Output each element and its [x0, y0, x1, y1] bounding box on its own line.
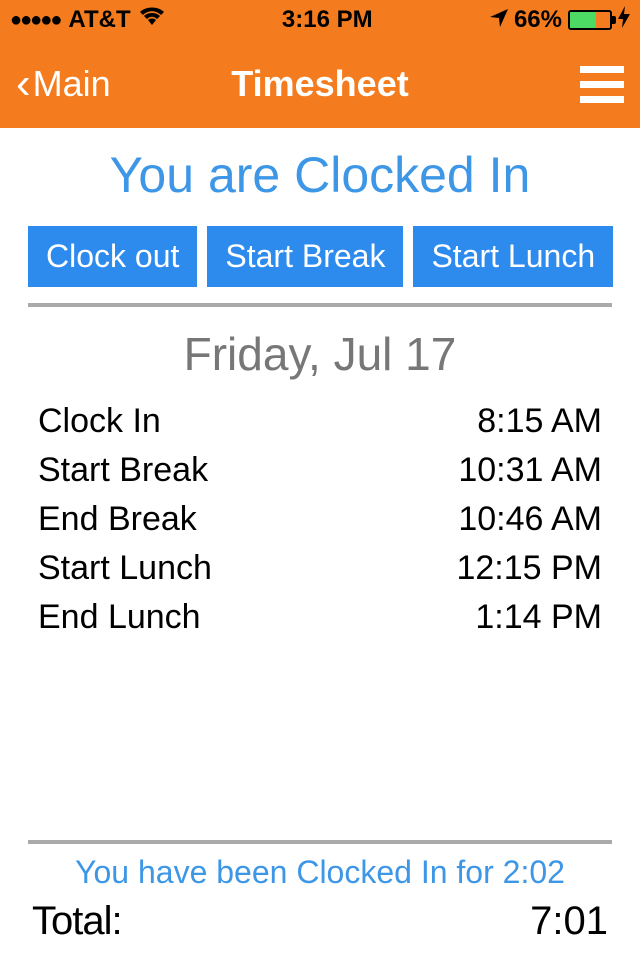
date-heading: Friday, Jul 17 — [28, 327, 612, 381]
clock-out-button[interactable]: Clock out — [28, 226, 197, 287]
event-row: Clock In 8:15 AM — [38, 397, 602, 446]
content: You are Clocked In Clock out Start Break… — [0, 128, 640, 960]
carrier-label: AT&T — [68, 6, 130, 34]
footer: You have been Clocked In for 2:02 Total:… — [28, 854, 612, 960]
chevron-left-icon: ‹ — [16, 62, 31, 106]
event-label: End Lunch — [38, 598, 201, 637]
back-button[interactable]: ‹ Main — [16, 62, 111, 106]
wifi-icon — [139, 6, 165, 34]
hamburger-icon — [580, 66, 624, 73]
event-row: Start Lunch 12:15 PM — [38, 544, 602, 593]
status-right: 66% — [490, 6, 630, 35]
total-value: 7:01 — [530, 899, 608, 944]
back-label: Main — [33, 63, 111, 105]
start-break-button[interactable]: Start Break — [207, 226, 403, 287]
total-label: Total: — [32, 899, 122, 944]
event-label: Clock In — [38, 402, 161, 441]
status-left: ●●●●● AT&T — [10, 6, 165, 34]
event-time: 12:15 PM — [456, 549, 602, 588]
status-heading: You are Clocked In — [28, 146, 612, 204]
page-title: Timesheet — [231, 63, 408, 105]
event-row: Start Break 10:31 AM — [38, 446, 602, 495]
event-list: Clock In 8:15 AM Start Break 10:31 AM En… — [28, 397, 612, 642]
status-bar: ●●●●● AT&T 3:16 PM 66% — [0, 0, 640, 40]
clocked-in-duration: You have been Clocked In for 2:02 — [28, 854, 612, 891]
event-label: End Break — [38, 500, 197, 539]
divider — [28, 840, 612, 844]
event-label: Start Break — [38, 451, 208, 490]
location-icon — [490, 6, 508, 34]
event-time: 1:14 PM — [475, 598, 602, 637]
event-row: End Break 10:46 AM — [38, 495, 602, 544]
charging-icon — [618, 6, 630, 35]
start-lunch-button[interactable]: Start Lunch — [413, 226, 613, 287]
action-buttons: Clock out Start Break Start Lunch — [28, 226, 612, 287]
divider — [28, 303, 612, 307]
battery-icon — [568, 10, 612, 30]
event-time: 10:31 AM — [458, 451, 602, 490]
total-row: Total: 7:01 — [28, 899, 612, 944]
clock-time: 3:16 PM — [282, 6, 373, 34]
event-row: End Lunch 1:14 PM — [38, 593, 602, 642]
signal-strength-icon: ●●●●● — [10, 9, 60, 32]
nav-bar: ‹ Main Timesheet — [0, 40, 640, 128]
menu-button[interactable] — [580, 66, 624, 103]
event-label: Start Lunch — [38, 549, 212, 588]
event-time: 10:46 AM — [458, 500, 602, 539]
event-time: 8:15 AM — [477, 402, 602, 441]
battery-percent: 66% — [514, 6, 562, 34]
